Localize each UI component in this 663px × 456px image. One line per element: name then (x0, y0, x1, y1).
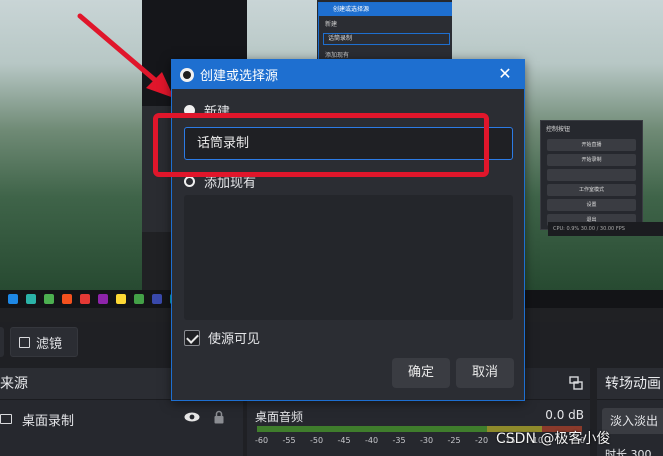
create-select-source-dialog: 创建或选择源 ✕ 新建 话筒录制 添加现有 使源可见 确定 取消 (171, 59, 525, 401)
dialog-title: 创建或选择源 (200, 69, 279, 84)
duration-label: 时长 (605, 448, 627, 456)
taskbar-app-icon (80, 294, 90, 304)
radio-unselected-icon[interactable] (184, 176, 195, 187)
taskbar-app-icon (26, 294, 36, 304)
source-item[interactable]: 桌面录制 (0, 408, 243, 430)
mixer-level: 0.0 dB (545, 408, 584, 422)
taskbar-app-icon (62, 294, 72, 304)
screen: 创建或选择源 新建 话筒录制 添加现有 控制按钮 开始直播 开始录制 工作室模式… (0, 0, 663, 456)
nested-start-record: 开始录制 (547, 154, 636, 166)
lock-icon[interactable] (214, 410, 224, 424)
checkbox-checked-icon[interactable] (184, 329, 200, 346)
mixer-channel-name: 桌面音频 (255, 410, 304, 424)
obs-logo-icon (180, 67, 194, 82)
undock-icon[interactable] (569, 376, 583, 390)
toolbar-button-partial[interactable] (0, 327, 4, 357)
ok-button[interactable]: 确定 (392, 358, 450, 388)
scale-tick: -35 (392, 436, 406, 445)
red-highlight-box (153, 113, 489, 177)
monitor-icon (0, 414, 12, 424)
taskbar-app-icon (116, 294, 126, 304)
nested-status-bar: CPU: 0.9% 30.00 / 30.00 FPS (548, 222, 663, 236)
nested-settings: 设置 (547, 199, 636, 211)
scale-tick: -40 (365, 436, 379, 445)
make-visible-label: 使源可见 (208, 332, 261, 347)
dialog-titlebar: 创建或选择源 ✕ (172, 60, 524, 89)
duration-value[interactable]: 300 (631, 448, 652, 456)
scale-tick: -20 (475, 436, 489, 445)
scale-tick: -25 (447, 436, 461, 445)
scale-tick: -60 (255, 436, 269, 445)
nested-new-option: 新建 (325, 21, 338, 28)
close-icon[interactable]: ✕ (496, 65, 514, 83)
scale-tick: -30 (420, 436, 434, 445)
taskbar-app-icon (134, 294, 144, 304)
taskbar-app-icon (44, 294, 54, 304)
make-visible-checkbox-row[interactable]: 使源可见 (184, 328, 260, 347)
filter-icon (19, 336, 30, 348)
source-item-label: 桌面录制 (22, 413, 75, 429)
cancel-button[interactable]: 取消 (456, 358, 514, 388)
scale-tick: -55 (282, 436, 296, 445)
duration-row: 时长 300 (605, 446, 652, 456)
transitions-title: 转场动画 (597, 368, 663, 400)
eye-icon[interactable] (184, 412, 200, 422)
nested-studio-mode: 工作室模式 (547, 184, 636, 196)
nested-dialog-title: 创建或选择源 (319, 3, 454, 16)
existing-sources-list[interactable] (184, 195, 513, 320)
taskbar-app-icon (152, 294, 162, 304)
taskbar-app-icon (98, 294, 108, 304)
transition-select[interactable]: 淡入淡出 (602, 408, 663, 434)
nested-virtual-cam (547, 169, 636, 181)
scale-tick: -45 (337, 436, 351, 445)
nested-start-stream: 开始直播 (547, 139, 636, 151)
taskbar-app-icon (8, 294, 18, 304)
nested-name-input: 话筒录制 (323, 33, 450, 45)
nested-controls-panel: 控制按钮 开始直播 开始录制 工作室模式 设置 退出 (540, 120, 643, 230)
filters-button[interactable]: 滤镜 (10, 327, 78, 357)
scale-tick: -50 (310, 436, 324, 445)
filters-label: 滤镜 (36, 336, 63, 352)
watermark: CSDN @极客小俊 (496, 431, 611, 447)
nested-controls-title: 控制按钮 (546, 126, 571, 133)
